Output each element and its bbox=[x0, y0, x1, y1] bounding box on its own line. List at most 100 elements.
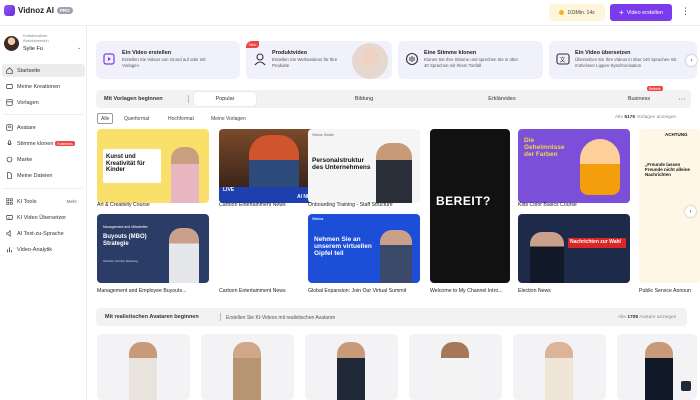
tab-bildung[interactable]: Bildung bbox=[334, 92, 394, 106]
template-tile[interactable]: Die Geheimnisse der Farben bbox=[518, 129, 630, 203]
template-text: Nehmen Sie an unserem virtuellen Gipfel … bbox=[314, 236, 372, 258]
template-text: BEREIT? bbox=[436, 194, 491, 208]
tab-erklaervideo[interactable]: Erklärvideo bbox=[472, 92, 532, 106]
sidebar-item-label: Meine Kreationen bbox=[17, 83, 61, 90]
count-number: 1708 bbox=[627, 314, 639, 320]
template-text: Die Geheimnisse der Farben bbox=[524, 137, 565, 159]
count-prefix: Alle bbox=[615, 115, 623, 120]
template-label[interactable]: Management and Employee Buyouts... bbox=[97, 288, 209, 294]
tab-popular[interactable]: Popular bbox=[194, 92, 256, 106]
quick-card-clone-voice[interactable]: Eine Stimme klonen Klonen Sie Ihre Stimm… bbox=[398, 41, 543, 79]
help-chat-icon[interactable] bbox=[681, 381, 691, 391]
template-text: Personalstruktur des Unternehmens bbox=[312, 157, 371, 172]
sidebar-item-ai-text-zu-sprache[interactable]: AI Text-zu-Sprache bbox=[2, 227, 85, 240]
header-separator bbox=[220, 313, 221, 321]
sidebar-item-meine-dateien[interactable]: Meine Dateien bbox=[2, 169, 85, 182]
quick-card-title: Ein Video erstellen bbox=[122, 50, 172, 56]
filter-alle[interactable]: Alle bbox=[97, 113, 114, 124]
sidebar-item-ki-video-uebersetzer[interactable]: A KI Video Übersetzer bbox=[2, 211, 85, 224]
template-label[interactable]: Onboarding Training - Staff Structure bbox=[308, 202, 420, 208]
avatar-card[interactable] bbox=[201, 334, 294, 400]
sidebar-item-startseite[interactable]: Startseite bbox=[2, 64, 85, 77]
avatar-figure bbox=[169, 228, 199, 283]
count-number: 5175 bbox=[624, 115, 636, 120]
template-label[interactable]: Election News bbox=[518, 288, 630, 294]
template-text: Kunst und Kreativität für Kinder bbox=[106, 154, 146, 174]
files-icon bbox=[5, 172, 13, 180]
quick-card-product-video[interactable]: Neu Produktvideo Erstellen Sie Werbevide… bbox=[246, 41, 392, 79]
avatars-count-link[interactable]: Alle 1708 Avatare anzeigen bbox=[618, 315, 676, 320]
avatar-figure bbox=[645, 342, 673, 400]
sidebar-item-label: Video-Analytik bbox=[17, 246, 53, 253]
sidebar-item-vorlagen[interactable]: Vorlagen bbox=[2, 96, 85, 109]
templates-next-icon[interactable]: › bbox=[685, 206, 696, 217]
template-tile[interactable]: Kunst und Kreativität für Kinder bbox=[97, 129, 209, 203]
chevron-down-icon: ⌄ bbox=[77, 45, 82, 51]
quick-card-translate-video[interactable]: 文 Ein Video übersetzen Übersetzen Sie Ih… bbox=[549, 41, 697, 79]
sidebar-item-label: Stimme klonen bbox=[17, 140, 54, 147]
create-video-button[interactable]: + Video erstellen bbox=[610, 4, 672, 21]
sidebar-item-avatare[interactable]: Avatare bbox=[2, 121, 85, 134]
templates-section-title: Mit Vorlagen beginnen bbox=[104, 96, 163, 102]
template-text: „Freunde lassen Freunde nicht alleine Na… bbox=[645, 162, 691, 177]
filter-meine-vorlagen[interactable]: Meine Vorlagen bbox=[211, 113, 246, 124]
free-badge: Kostenlos bbox=[55, 141, 75, 146]
sidebar-divider bbox=[4, 114, 83, 115]
coin-icon bbox=[559, 10, 565, 15]
avatar-card[interactable] bbox=[409, 334, 502, 400]
filter-querformat[interactable]: Querformat bbox=[124, 113, 149, 124]
sidebar-item-ki-tools[interactable]: KI Tools Mehr bbox=[2, 195, 85, 208]
template-text: Nachrichten zur Wahl bbox=[570, 239, 621, 245]
avatar-card[interactable] bbox=[513, 334, 606, 400]
user-name: Sylie Fu bbox=[23, 46, 43, 52]
avatar-figure bbox=[337, 342, 365, 400]
sidebar-item-label: Avatare bbox=[17, 124, 36, 131]
templates-tabbar: Mit Vorlagen beginnen Popular Bildung Er… bbox=[96, 86, 679, 108]
translate-video-icon: 文 bbox=[556, 53, 570, 65]
template-tile[interactable]: Vidnoz Nehmen Sie an unserem virtuellen … bbox=[308, 214, 420, 283]
sidebar-item-label: Startseite bbox=[17, 67, 41, 74]
quick-card-desc: Übersetzen Sie Ihre Videos in über 140 S… bbox=[575, 57, 677, 68]
quick-card-desc: Klonen Sie Ihre Stimme und sprechen Sie … bbox=[424, 57, 519, 68]
filter-hochformat[interactable]: Hochformat bbox=[168, 113, 194, 124]
template-label[interactable]: Welcome to My Channel Intro... bbox=[430, 288, 514, 294]
template-tile[interactable]: Vidnoz Studio Personalstruktur des Unter… bbox=[308, 129, 420, 203]
popular-badge: Beliebt bbox=[647, 86, 663, 91]
template-label[interactable]: Kids Color Basics Course bbox=[518, 202, 630, 208]
sidebar-item-stimme-klonen[interactable]: Stimme klonen Kostenlos bbox=[2, 137, 85, 150]
avatar-figure bbox=[530, 232, 564, 283]
home-icon bbox=[5, 67, 13, 75]
more-link[interactable]: Mehr bbox=[67, 199, 77, 204]
credits-display[interactable]: 103Min. 14s bbox=[549, 4, 605, 21]
sidebar: Kollaborativer Arbeitsbereich Sylie Fu ⌄… bbox=[0, 26, 87, 400]
template-label[interactable]: Cartoon Entertainment News bbox=[219, 288, 305, 294]
sidebar-item-marke[interactable]: Marke bbox=[2, 153, 85, 166]
voice-icon bbox=[5, 140, 13, 148]
more-tabs-icon[interactable]: ··· bbox=[673, 90, 691, 108]
live-label: LIVE bbox=[223, 187, 235, 193]
template-label[interactable]: Public Service Announ bbox=[639, 288, 700, 294]
quick-card-create-video[interactable]: Ein Video erstellen Erstellen Sie Videos… bbox=[96, 41, 240, 79]
template-label[interactable]: Art & Creativity Course bbox=[97, 202, 209, 208]
tabbar-separator bbox=[188, 95, 189, 103]
template-label[interactable]: Global Expansion: Join Our Virtual Summi… bbox=[308, 288, 426, 294]
sidebar-item-video-analytik[interactable]: Video-Analytik bbox=[2, 243, 85, 256]
tab-business[interactable]: Business bbox=[611, 92, 667, 106]
template-tile[interactable]: BEREIT? bbox=[430, 129, 510, 283]
workspace-label: Kollaborativer Arbeitsbereich bbox=[23, 33, 49, 43]
avatars-section-title: Mit realistischen Avataren beginnen bbox=[105, 314, 199, 320]
avatar-card[interactable] bbox=[305, 334, 398, 400]
template-tile[interactable]: Management and Mitarbeiter Buyouts (MBO)… bbox=[97, 214, 209, 283]
app-logo[interactable]: Vidnoz AI PRO bbox=[4, 5, 73, 16]
tools-icon bbox=[5, 198, 13, 206]
quick-cards-next-icon[interactable]: › bbox=[686, 55, 697, 66]
template-tile[interactable]: Nachrichten zur Wahl bbox=[518, 214, 630, 283]
avatar-card[interactable] bbox=[97, 334, 190, 400]
workspace-switcher[interactable]: Kollaborativer Arbeitsbereich Sylie Fu ⌄ bbox=[4, 30, 84, 54]
templates-count-link[interactable]: Alle 5175 Vorlagen anzeigen bbox=[615, 115, 676, 120]
main-content: Ein Video erstellen Erstellen Sie Videos… bbox=[88, 26, 700, 400]
more-options-icon[interactable]: ⋮ bbox=[681, 7, 690, 16]
sidebar-item-meine-kreationen[interactable]: Meine Kreationen bbox=[2, 80, 85, 93]
attention-label: ACHTUNG bbox=[665, 132, 688, 137]
user-avatar bbox=[4, 36, 19, 51]
